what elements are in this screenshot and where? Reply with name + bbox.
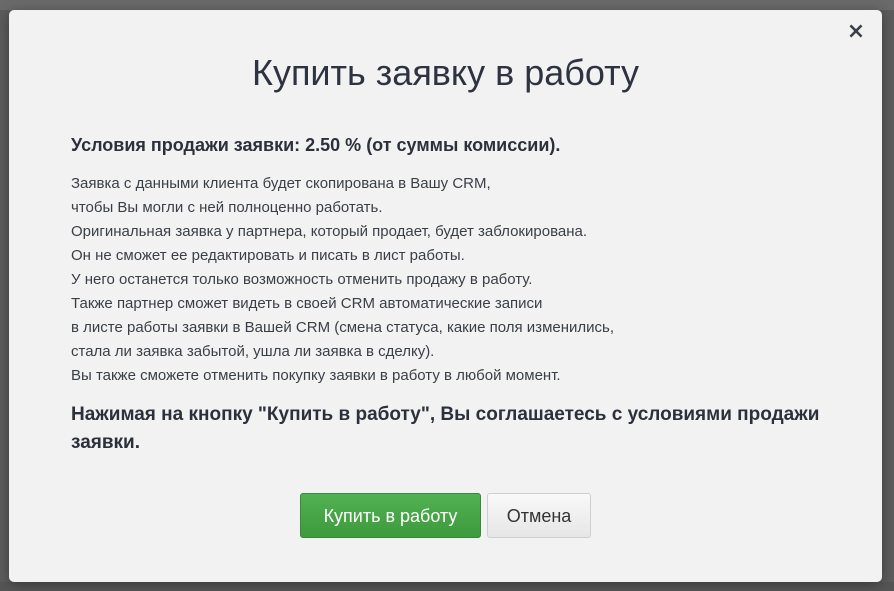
buy-in-work-button[interactable]: Купить в работу bbox=[300, 493, 481, 538]
agreement-notice: Нажимая на кнопку "Купить в работу", Вы … bbox=[71, 404, 820, 453]
sale-conditions: Условия продажи заявки: 2.50 % (от суммы… bbox=[71, 135, 561, 155]
background-page-header bbox=[0, 0, 894, 10]
description-line: Заявка с данными клиента будет скопирова… bbox=[71, 175, 491, 192]
description-line: чтобы Вы могли с ней полноценно работать… bbox=[71, 199, 383, 216]
background-page-footer bbox=[0, 582, 894, 591]
close-icon[interactable]: × bbox=[844, 20, 868, 44]
modal-title: Купить заявку в работу bbox=[251, 52, 640, 93]
description-line: Он не сможет ее редактировать и писать в… bbox=[71, 247, 465, 264]
description-line: Оригинальная заявка у партнера, который … bbox=[71, 223, 587, 240]
description-line: стала ли заявка забытой, ушла ли заявка … bbox=[71, 343, 435, 360]
cancel-button[interactable]: Отмена bbox=[487, 493, 591, 538]
description-line: Также партнер сможет видеть в своей CRM … bbox=[71, 295, 543, 312]
buy-request-modal: × Купить заявку в работу Условия продажи… bbox=[9, 10, 882, 582]
description-text: Заявка с данными клиента будет скопирова… bbox=[71, 172, 831, 388]
description-line: в листе работы заявки в Вашей CRM (смена… bbox=[71, 319, 614, 336]
description-line: У него останется только возможность отме… bbox=[71, 271, 533, 288]
description-line: Вы также сможете отменить покупку заявки… bbox=[71, 367, 561, 384]
